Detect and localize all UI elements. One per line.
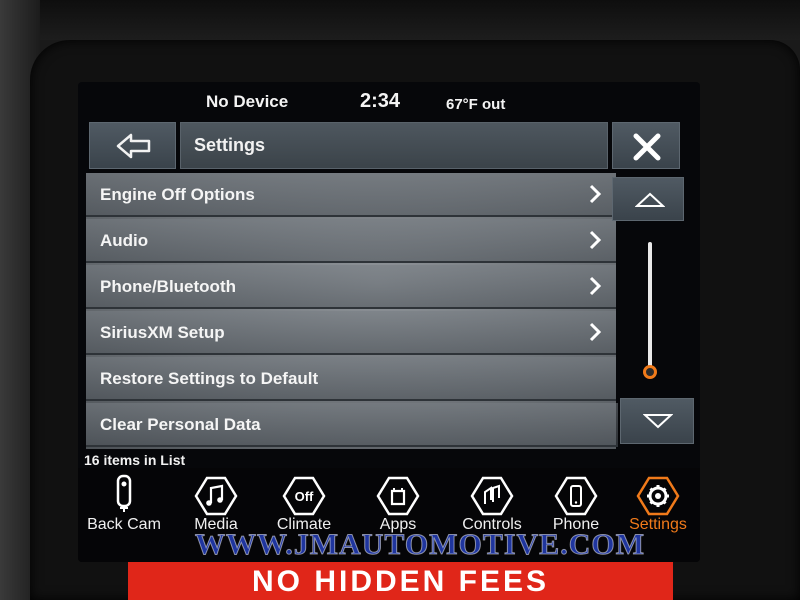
promo-banner: NO HIDDEN FEES	[128, 562, 673, 600]
chevron-right-icon	[589, 230, 602, 250]
settings-gear-icon	[636, 476, 680, 516]
infotainment-screen: No Device 2:34 67°F out Settings Engine …	[78, 82, 700, 562]
clock: 2:34	[360, 90, 401, 112]
settings-item-engine-off-options[interactable]: Engine Off Options	[86, 173, 616, 217]
climate-off-icon: Off	[282, 476, 326, 516]
phone-icon	[554, 476, 598, 516]
settings-item-audio[interactable]: Audio	[86, 219, 616, 263]
close-button[interactable]	[612, 122, 680, 169]
device-status: No Device	[206, 92, 289, 111]
settings-item-siriusxm-setup[interactable]: SiriusXM Setup	[86, 311, 616, 355]
scrollbar-track[interactable]	[648, 242, 652, 368]
list-item-label: Audio	[100, 231, 149, 250]
chevron-right-icon	[589, 276, 602, 296]
climate-off-text: Off	[295, 489, 314, 504]
scroll-up-button[interactable]	[612, 177, 684, 221]
scrollbar-thumb[interactable]	[643, 365, 657, 379]
dealer-watermark: WWW.JMAUTOMOTIVE.COM	[194, 528, 646, 562]
back-arrow-icon	[116, 133, 151, 159]
list-item-label: Phone/Bluetooth	[100, 277, 236, 296]
back-button[interactable]	[89, 122, 176, 169]
scroll-down-button[interactable]	[620, 398, 694, 444]
list-item-label: SiriusXM Setup	[100, 323, 225, 342]
close-icon	[633, 133, 661, 161]
chevron-up-icon	[635, 192, 665, 207]
settings-item-restore-defaults[interactable]: Restore Settings to Default	[86, 357, 616, 401]
status-bar: No Device 2:34 67°F out	[78, 82, 700, 120]
list-item-count: 16 items in List	[84, 452, 186, 468]
settings-item-clear-personal-data[interactable]: Clear Personal Data	[86, 403, 618, 447]
chevron-down-icon	[643, 414, 673, 429]
chevron-right-icon	[589, 322, 602, 342]
page-title: Settings	[194, 135, 266, 155]
outside-temperature: 67°F out	[446, 96, 506, 113]
settings-item-phone-bluetooth[interactable]: Phone/Bluetooth	[86, 265, 616, 309]
back-camera-icon	[116, 474, 132, 512]
page-title-bar: Settings	[180, 122, 608, 169]
list-item-label: Clear Personal Data	[100, 415, 261, 434]
chevron-right-icon	[589, 184, 602, 204]
promo-banner-text: NO HIDDEN FEES	[251, 565, 550, 598]
list-item-label: Restore Settings to Default	[100, 369, 319, 388]
media-note-icon	[194, 476, 238, 516]
controls-icon	[470, 476, 514, 516]
apps-icon	[376, 476, 420, 516]
list-item-label: Engine Off Options	[100, 185, 255, 204]
dashboard-top	[0, 0, 800, 40]
